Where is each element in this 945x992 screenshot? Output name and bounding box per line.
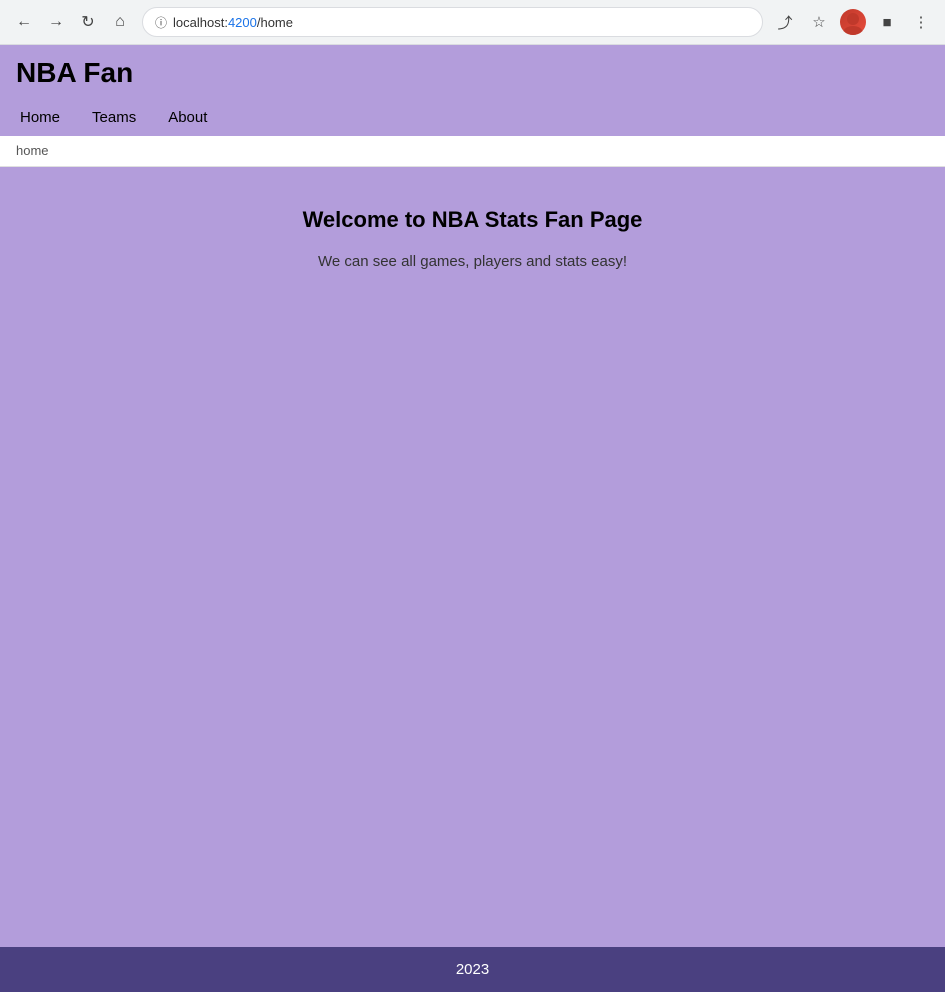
browser-toolbar: ← → ↻ ⌂ ⓘ localhost:4200/home ⤴ ☆ <box>0 0 945 44</box>
app-nav: Home Teams About <box>16 101 929 136</box>
nav-home[interactable]: Home <box>16 101 76 136</box>
main-content: Welcome to NBA Stats Fan Page We can see… <box>0 167 945 947</box>
footer-year: 2023 <box>456 961 489 978</box>
nav-about[interactable]: About <box>152 101 223 136</box>
address-bar[interactable]: ⓘ localhost:4200/home <box>142 7 763 37</box>
lock-icon: ⓘ <box>155 14 167 31</box>
nav-teams[interactable]: Teams <box>76 101 152 136</box>
profile-avatar <box>840 9 866 35</box>
app-header: NBA Fan Home Teams About <box>0 45 945 136</box>
breadcrumb-bar: home <box>0 136 945 167</box>
app-footer: 2023 <box>0 947 945 992</box>
app-wrapper: NBA Fan Home Teams About home Welcome to… <box>0 45 945 992</box>
back-button[interactable]: ← <box>10 8 38 36</box>
bookmark-button[interactable]: ☆ <box>805 8 833 36</box>
home-button[interactable]: ⌂ <box>106 8 134 36</box>
breadcrumb: home <box>16 143 49 158</box>
browser-actions: ⤴ ☆ ■ ⋮ <box>771 8 935 36</box>
profile-button[interactable] <box>839 8 867 36</box>
extensions-button[interactable]: ■ <box>873 8 901 36</box>
share-button[interactable]: ⤴ <box>771 8 799 36</box>
browser-chrome: ← → ↻ ⌂ ⓘ localhost:4200/home ⤴ ☆ <box>0 0 945 45</box>
forward-button[interactable]: → <box>42 8 70 36</box>
more-button[interactable]: ⋮ <box>907 8 935 36</box>
url-port: 4200 <box>228 15 257 30</box>
app-title: NBA Fan <box>16 57 929 89</box>
reload-button[interactable]: ↻ <box>74 8 102 36</box>
welcome-title: Welcome to NBA Stats Fan Page <box>303 207 643 233</box>
url-display: localhost:4200/home <box>173 15 750 30</box>
browser-nav-buttons: ← → ↻ ⌂ <box>10 8 134 36</box>
welcome-subtitle: We can see all games, players and stats … <box>318 253 627 270</box>
